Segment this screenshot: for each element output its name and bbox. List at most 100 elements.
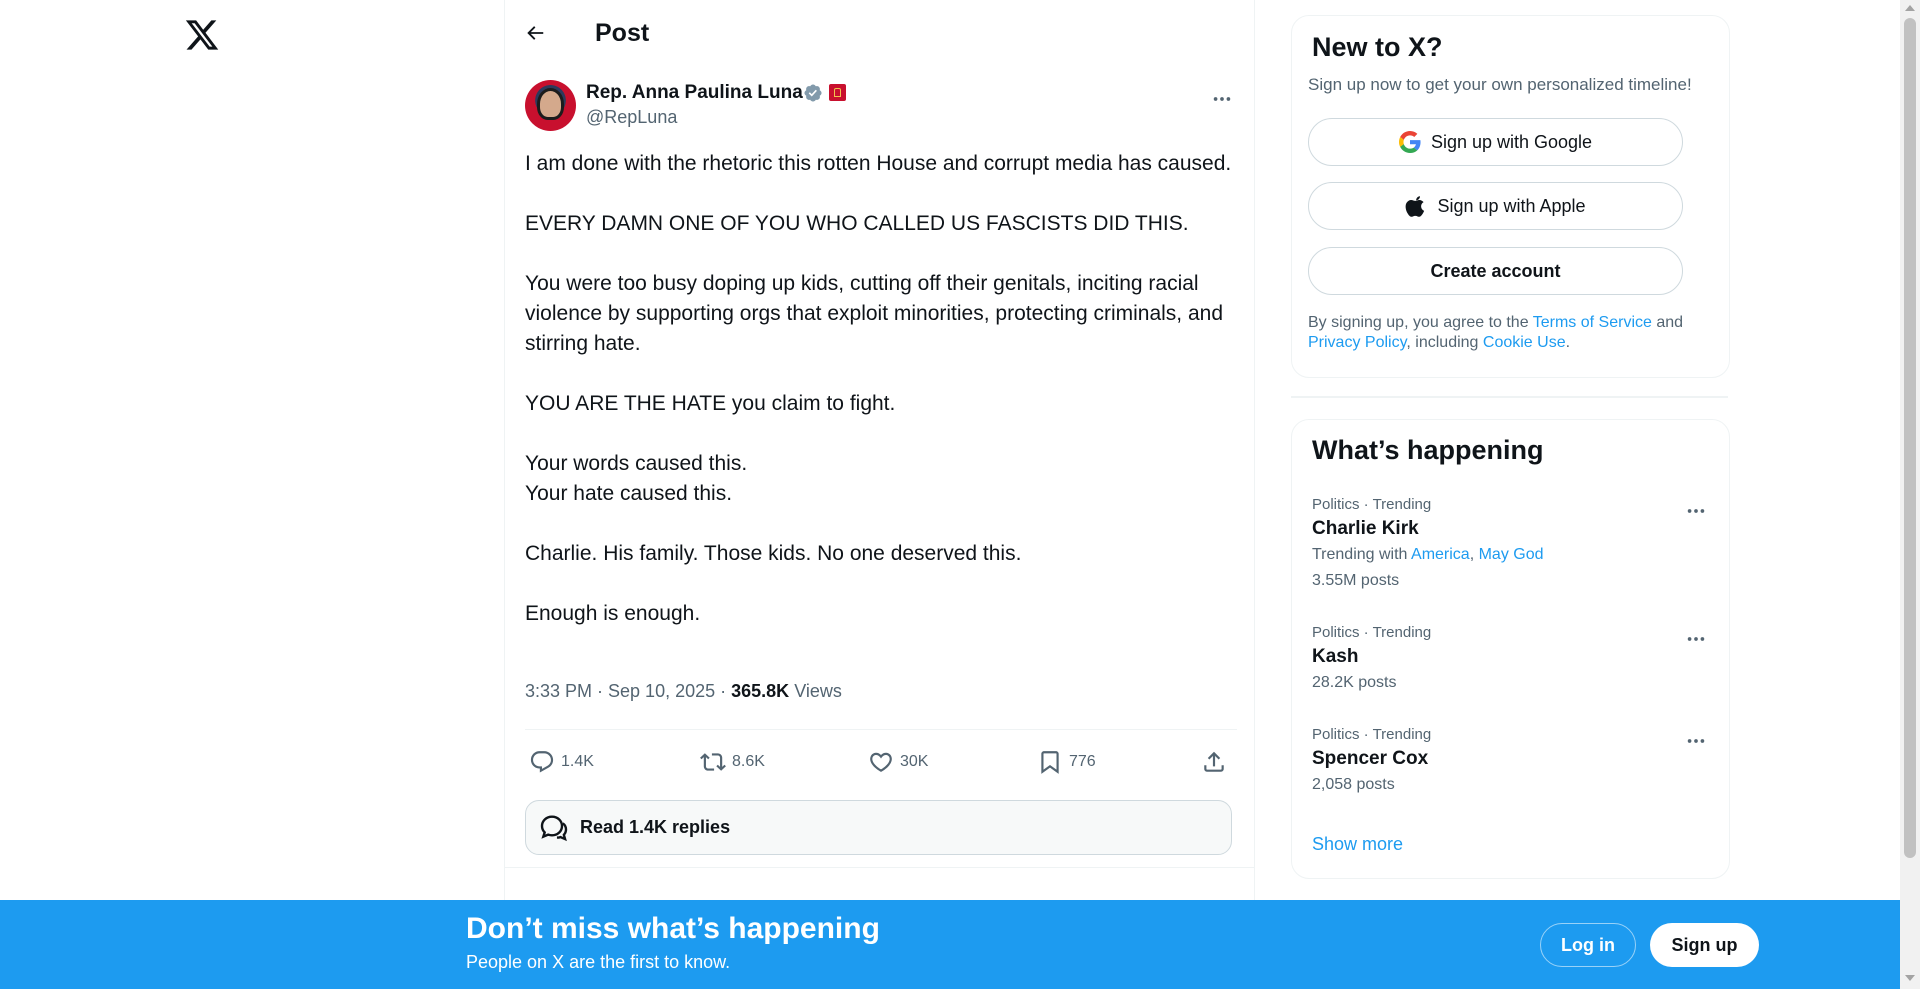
post-paragraph: YOU ARE THE HATE you claim to fight. xyxy=(525,392,896,415)
trend-with-label: Trending with xyxy=(1312,546,1408,563)
like-count: 30K xyxy=(900,753,929,770)
apple-icon xyxy=(1406,196,1425,217)
trend-item[interactable]: Politics · Trending Spencer Cox 2,058 po… xyxy=(1292,726,1729,796)
repost-button[interactable]: 8.6K xyxy=(700,742,765,782)
signup-subtitle: Sign up now to get your own personalized… xyxy=(1308,75,1692,94)
bookmark-button[interactable]: 776 xyxy=(1037,742,1096,782)
views-label: Views xyxy=(794,681,842,701)
repost-icon xyxy=(700,753,726,771)
more-dots-icon xyxy=(1687,509,1705,513)
post-paragraph: You were too busy doping up kids, cuttin… xyxy=(525,272,1224,355)
left-nav xyxy=(0,0,504,900)
main-column: Post Rep. Anna Paulina Luna @RepLuna I a… xyxy=(504,0,1255,900)
trend-name: Spencer Cox xyxy=(1312,748,1429,769)
signup-legal: By signing up, you agree to the Terms of… xyxy=(1308,313,1708,353)
divider xyxy=(525,729,1237,730)
trend-count: 2,058 posts xyxy=(1312,776,1395,793)
signup-apple-button[interactable]: Sign up with Apple xyxy=(1308,182,1683,230)
create-account-button[interactable]: Create account xyxy=(1308,247,1683,295)
scroll-down-arrow-icon[interactable] xyxy=(1905,975,1915,981)
reply-count: 1.4K xyxy=(561,753,594,770)
signup-google-button[interactable]: Sign up with Google xyxy=(1308,118,1683,166)
views-count: 365.8K xyxy=(731,681,790,701)
trend-count: 28.2K posts xyxy=(1312,674,1397,691)
show-more-link[interactable]: Show more xyxy=(1312,834,1403,855)
post-paragraph: Enough is enough. xyxy=(525,602,701,625)
reply-button[interactable]: 1.4K xyxy=(529,742,594,782)
google-icon xyxy=(1398,131,1421,153)
trend-more-button[interactable] xyxy=(1679,494,1713,528)
like-button[interactable]: 30K xyxy=(868,742,928,782)
trend-category: Politics · Trending xyxy=(1312,624,1432,641)
bookmark-count: 776 xyxy=(1069,753,1096,770)
post-paragraph: Your words caused this. Your hate caused … xyxy=(525,449,1237,509)
back-arrow-icon xyxy=(527,26,544,40)
read-replies-button[interactable]: Read 1.4K replies xyxy=(525,800,1232,855)
cookie-link[interactable]: Cookie Use xyxy=(1483,334,1566,351)
back-button[interactable] xyxy=(515,13,555,53)
author-name[interactable]: Rep. Anna Paulina Luna xyxy=(586,82,803,104)
reply-icon xyxy=(530,751,554,773)
signup-google-label: Sign up with Google xyxy=(1430,131,1593,152)
trend-more-button[interactable] xyxy=(1679,724,1713,758)
trend-item[interactable]: Politics · Trending Kash 28.2K posts xyxy=(1292,624,1729,694)
banner-title: Don’t miss what’s happening xyxy=(466,912,880,945)
legal-text: By signing up, you agree to the xyxy=(1308,314,1529,331)
trend-name: Charlie Kirk xyxy=(1312,518,1419,539)
post-paragraph: EVERY DAMN ONE OF YOU WHO CALLED US FASC… xyxy=(525,212,1189,235)
post-paragraph: Charlie. His family. Those kids. No one … xyxy=(525,542,1022,565)
x-logo-icon[interactable] xyxy=(183,17,221,53)
scroll-up-arrow-icon[interactable] xyxy=(1905,5,1915,11)
trends-title: What’s happening xyxy=(1312,435,1544,465)
terms-link[interactable]: Terms of Service xyxy=(1533,314,1652,331)
like-icon xyxy=(870,752,892,772)
post-author: Rep. Anna Paulina Luna @RepLuna xyxy=(525,80,1235,132)
share-button[interactable] xyxy=(1201,742,1227,782)
trend-name: Kash xyxy=(1312,646,1359,667)
repost-count: 8.6K xyxy=(732,753,765,770)
divider xyxy=(505,867,1254,868)
trend-count: 3.55M posts xyxy=(1312,572,1400,589)
read-replies-label: Read 1.4K replies xyxy=(580,817,731,837)
trend-category: Politics · Trending xyxy=(1312,496,1432,513)
page-title: Post xyxy=(595,19,650,47)
author-handle[interactable]: @RepLuna xyxy=(586,107,677,128)
trend-more-button[interactable] xyxy=(1679,622,1713,656)
signup-title: New to X? xyxy=(1312,32,1443,62)
page-scrollbar[interactable] xyxy=(1900,0,1920,989)
more-dots-icon xyxy=(1213,97,1231,101)
more-dots-icon xyxy=(1687,739,1705,743)
legal-text: . xyxy=(1565,334,1571,351)
divider xyxy=(1291,396,1728,398)
post-more-button[interactable] xyxy=(1205,82,1239,116)
post-line: Your hate caused this. xyxy=(525,482,733,505)
login-button[interactable]: Log in xyxy=(1540,923,1636,967)
trend-related: Trending with America, May God xyxy=(1312,546,1544,563)
trend-related-link[interactable]: May God xyxy=(1479,546,1544,563)
avatar[interactable] xyxy=(525,80,576,131)
replies-bubbles-icon xyxy=(540,814,568,841)
privacy-link[interactable]: Privacy Policy xyxy=(1308,334,1406,351)
share-icon xyxy=(1204,751,1224,772)
trend-related-link[interactable]: America xyxy=(1411,546,1470,563)
post-timestamp[interactable]: 3:33 PM · Sep 10, 2025 xyxy=(525,681,715,701)
more-dots-icon xyxy=(1687,637,1705,641)
signup-card: New to X? Sign up now to get your own pe… xyxy=(1291,15,1730,378)
bookmark-icon xyxy=(1041,751,1059,774)
bottom-signup-banner: Don’t miss what’s happening People on X … xyxy=(0,900,1900,989)
scrollbar-thumb[interactable] xyxy=(1904,18,1916,858)
post-meta: 3:33 PM · Sep 10, 2025 · 365.8K Views xyxy=(525,681,842,701)
signup-apple-label: Sign up with Apple xyxy=(1437,195,1586,216)
flag-badge-icon xyxy=(829,84,846,101)
verified-badge-icon xyxy=(804,84,822,102)
legal-text: , including xyxy=(1406,334,1479,351)
post-actions: 1.4K 8.6K 30K 776 xyxy=(525,742,1237,782)
post-header: Post xyxy=(505,0,1254,66)
post-paragraph: I am done with the rhetoric this rotten … xyxy=(525,152,1232,175)
trend-item[interactable]: Politics · Trending Charlie Kirk Trendin… xyxy=(1292,496,1729,596)
post-line: Your words caused this. xyxy=(525,452,748,475)
signup-button[interactable]: Sign up xyxy=(1650,923,1759,967)
banner-subtitle: People on X are the first to know. xyxy=(466,952,731,972)
post-text: I am done with the rhetoric this rotten … xyxy=(525,149,1237,629)
trends-card: What’s happening Politics · Trending Cha… xyxy=(1291,419,1730,879)
